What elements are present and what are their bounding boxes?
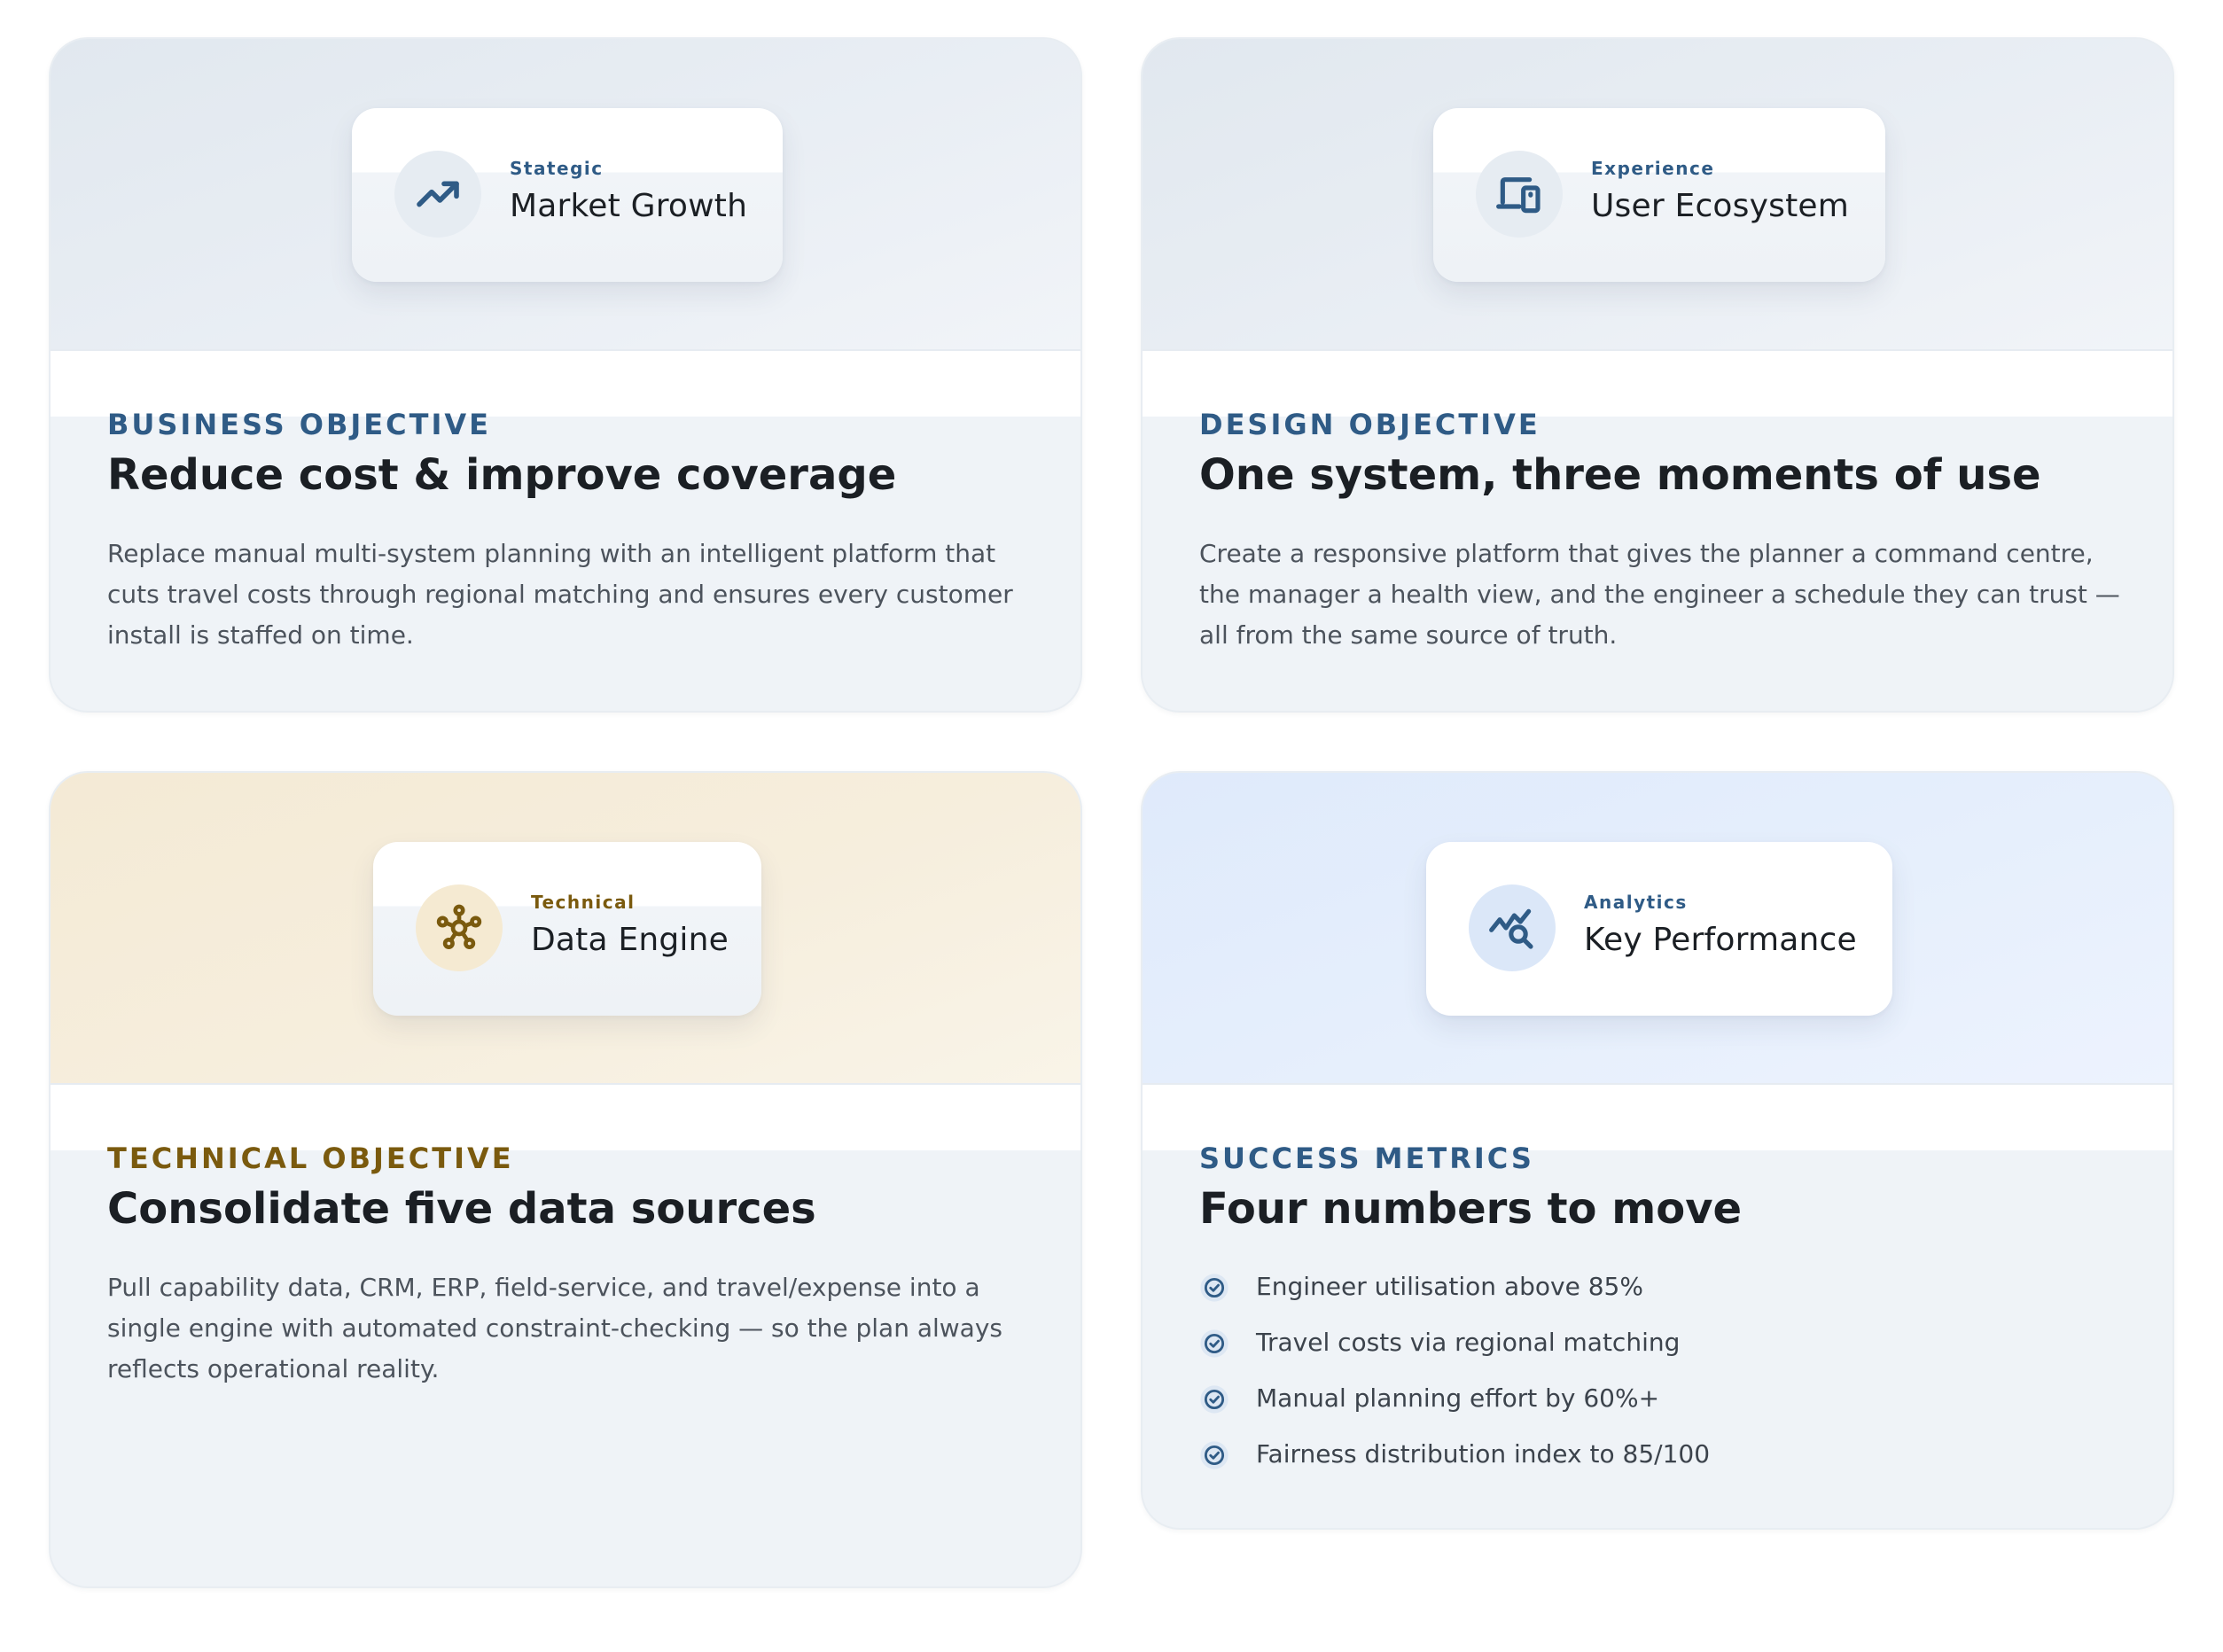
category-chip: Analytics Key Performance — [1426, 842, 1892, 1016]
card-description: Pull capability data, CRM, ERP, field-se… — [107, 1273, 1002, 1383]
card-hero: Analytics Key Performance — [1143, 773, 2172, 1085]
card-heading: Reduce cost & improve coverage — [107, 450, 897, 500]
card-description: Create a responsive platform that gives … — [1199, 539, 2120, 650]
chip-title: Market Growth — [510, 188, 748, 224]
divider-band — [51, 351, 1080, 417]
list-item: Manual planning effort by 60%+ — [1199, 1381, 1710, 1437]
card-heading: One system, three moments of use — [1199, 450, 2041, 500]
trending-up-icon — [394, 151, 481, 238]
chip-category-label: Stategic — [510, 158, 604, 179]
card-eyebrow: BUSINESS OBJECTIVE — [107, 408, 491, 441]
category-chip: Experience User Ecosystem — [1433, 108, 1885, 282]
list-item: Travel costs via regional matching — [1199, 1325, 1710, 1381]
chip-category-label: Analytics — [1584, 892, 1688, 913]
hub-network-icon — [416, 884, 503, 971]
technical-objective-card: Technical Data Engine TECHNICAL OBJECTIV… — [49, 771, 1082, 1588]
card-description: Replace manual multi-system planning wit… — [107, 539, 1013, 650]
metric-text: Engineer utilisation above 85% — [1256, 1272, 1643, 1301]
chip-category-label: Technical — [531, 892, 636, 913]
list-item: Fairness distribution index to 85/100 — [1199, 1437, 1710, 1492]
card-hero: Technical Data Engine — [51, 773, 1080, 1085]
divider-band — [51, 1085, 1080, 1150]
card-heading: Consolidate five data sources — [107, 1184, 816, 1234]
chip-category-label: Experience — [1591, 158, 1715, 179]
divider-band — [1143, 351, 2172, 417]
check-circle-icon — [1200, 1329, 1228, 1358]
check-circle-icon — [1200, 1385, 1228, 1414]
metrics-list: Engineer utilisation above 85% Travel co… — [1199, 1269, 1710, 1492]
card-hero: Experience User Ecosystem — [1143, 39, 2172, 351]
chip-title: Key Performance — [1584, 922, 1857, 958]
card-eyebrow: DESIGN OBJECTIVE — [1199, 408, 1540, 441]
card-eyebrow: SUCCESS METRICS — [1199, 1142, 1534, 1175]
metric-text: Manual planning effort by 60%+ — [1256, 1383, 1660, 1413]
list-item: Engineer utilisation above 85% — [1199, 1269, 1710, 1325]
card-eyebrow: TECHNICAL OBJECTIVE — [107, 1142, 514, 1175]
check-circle-icon — [1200, 1274, 1228, 1302]
category-chip: Technical Data Engine — [373, 842, 761, 1016]
success-metrics-card: Analytics Key Performance SUCCESS METRIC… — [1141, 771, 2174, 1530]
query-stats-icon — [1469, 884, 1556, 971]
card-heading: Four numbers to move — [1199, 1184, 1743, 1234]
business-objective-card: Stategic Market Growth BUSINESS OBJECTIV… — [49, 37, 1082, 713]
devices-icon — [1476, 151, 1563, 238]
category-chip: Stategic Market Growth — [352, 108, 783, 282]
divider-band — [1143, 1085, 2172, 1150]
metric-text: Travel costs via regional matching — [1256, 1328, 1681, 1357]
check-circle-icon — [1200, 1441, 1228, 1469]
chip-title: Data Engine — [531, 922, 729, 958]
card-hero: Stategic Market Growth — [51, 39, 1080, 351]
metric-text: Fairness distribution index to 85/100 — [1256, 1439, 1711, 1469]
design-objective-card: Experience User Ecosystem DESIGN OBJECTI… — [1141, 37, 2174, 713]
chip-title: User Ecosystem — [1591, 188, 1850, 224]
